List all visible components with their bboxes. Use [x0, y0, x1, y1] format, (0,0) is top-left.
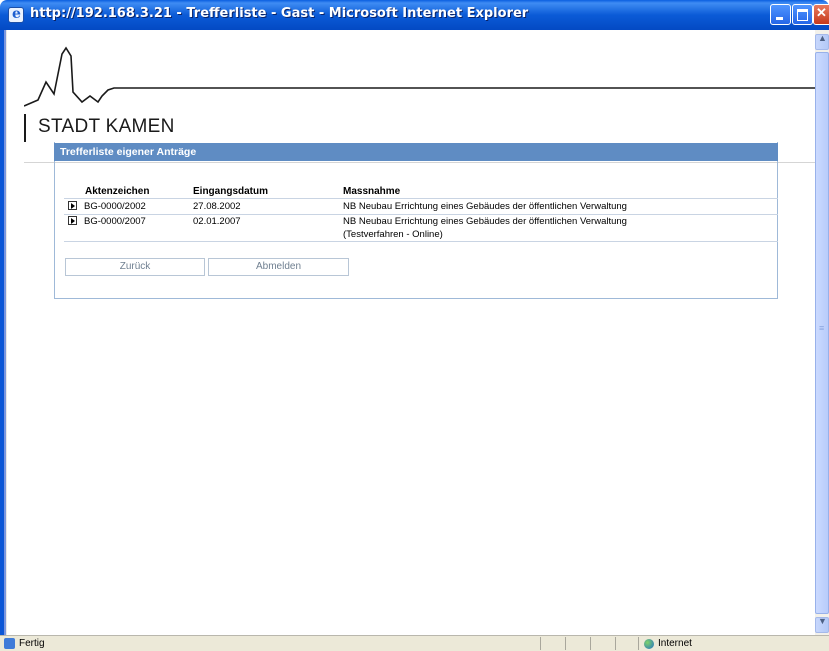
table-row-massnahme: NB Neubau Errichtung eines Gebäudes der … [343, 216, 627, 227]
expand-arrow-icon[interactable] [68, 201, 77, 210]
scroll-down-button[interactable]: ▼ [815, 616, 829, 633]
window-titlebar: http://192.168.3.21 - Trefferliste - Gas… [0, 0, 829, 30]
scroll-up-button[interactable]: ▲ [815, 33, 829, 50]
panel-title: Trefferliste eigener Anträge [60, 146, 197, 158]
chevron-up-icon: ▲ [818, 33, 827, 43]
table-row-divider [64, 214, 778, 215]
table-row-aktenzeichen[interactable]: BG-0000/2007 [84, 216, 146, 227]
chevron-down-icon: ▼ [818, 616, 827, 626]
close-button[interactable] [813, 4, 829, 25]
window-title: http://192.168.3.21 - Trefferliste - Gas… [30, 6, 529, 21]
logout-button[interactable]: Abmelden [208, 258, 349, 276]
maximize-button[interactable] [792, 4, 813, 25]
status-text: Fertig [19, 638, 45, 649]
ie-icon[interactable] [8, 6, 24, 23]
vertical-scrollbar[interactable]: ▲ ▼ [815, 30, 829, 635]
status-divider [590, 637, 591, 650]
page-icon [4, 638, 15, 649]
back-button[interactable]: Zurück [65, 258, 205, 276]
scroll-thumb[interactable] [815, 52, 829, 614]
status-divider [565, 637, 566, 650]
security-zone: Internet [658, 638, 692, 649]
minimize-button[interactable] [770, 4, 791, 25]
page-content: STADT KAMEN Trefferliste eigener Anträge… [7, 30, 815, 635]
globe-icon [644, 639, 654, 649]
table-row-massnahme-detail: (Testverfahren - Online) [343, 229, 443, 240]
table-row-eingangsdatum: 02.01.2007 [193, 216, 241, 227]
stadt-kamen-logo-icon [24, 46, 815, 107]
table-row-divider [64, 198, 778, 199]
logo-bar [24, 114, 26, 142]
table-row-massnahme: NB Neubau Errichtung eines Gebäudes der … [343, 201, 627, 212]
status-divider [540, 637, 541, 650]
column-header-eingangsdatum: Eingangsdatum [193, 186, 269, 197]
expand-arrow-icon[interactable] [68, 216, 77, 225]
status-divider [638, 637, 639, 650]
panel-header: Trefferliste eigener Anträge [54, 143, 778, 161]
column-header-aktenzeichen: Aktenzeichen [85, 186, 150, 197]
column-header-massnahme: Massnahme [343, 186, 401, 197]
status-bar: Fertig Internet [0, 635, 829, 651]
table-row-aktenzeichen[interactable]: BG-0000/2002 [84, 201, 146, 212]
table-row-divider [64, 241, 778, 242]
window-frame-left [0, 30, 6, 635]
logo-text: STADT KAMEN [38, 116, 175, 137]
status-divider [615, 637, 616, 650]
table-row-eingangsdatum: 27.08.2002 [193, 201, 241, 212]
